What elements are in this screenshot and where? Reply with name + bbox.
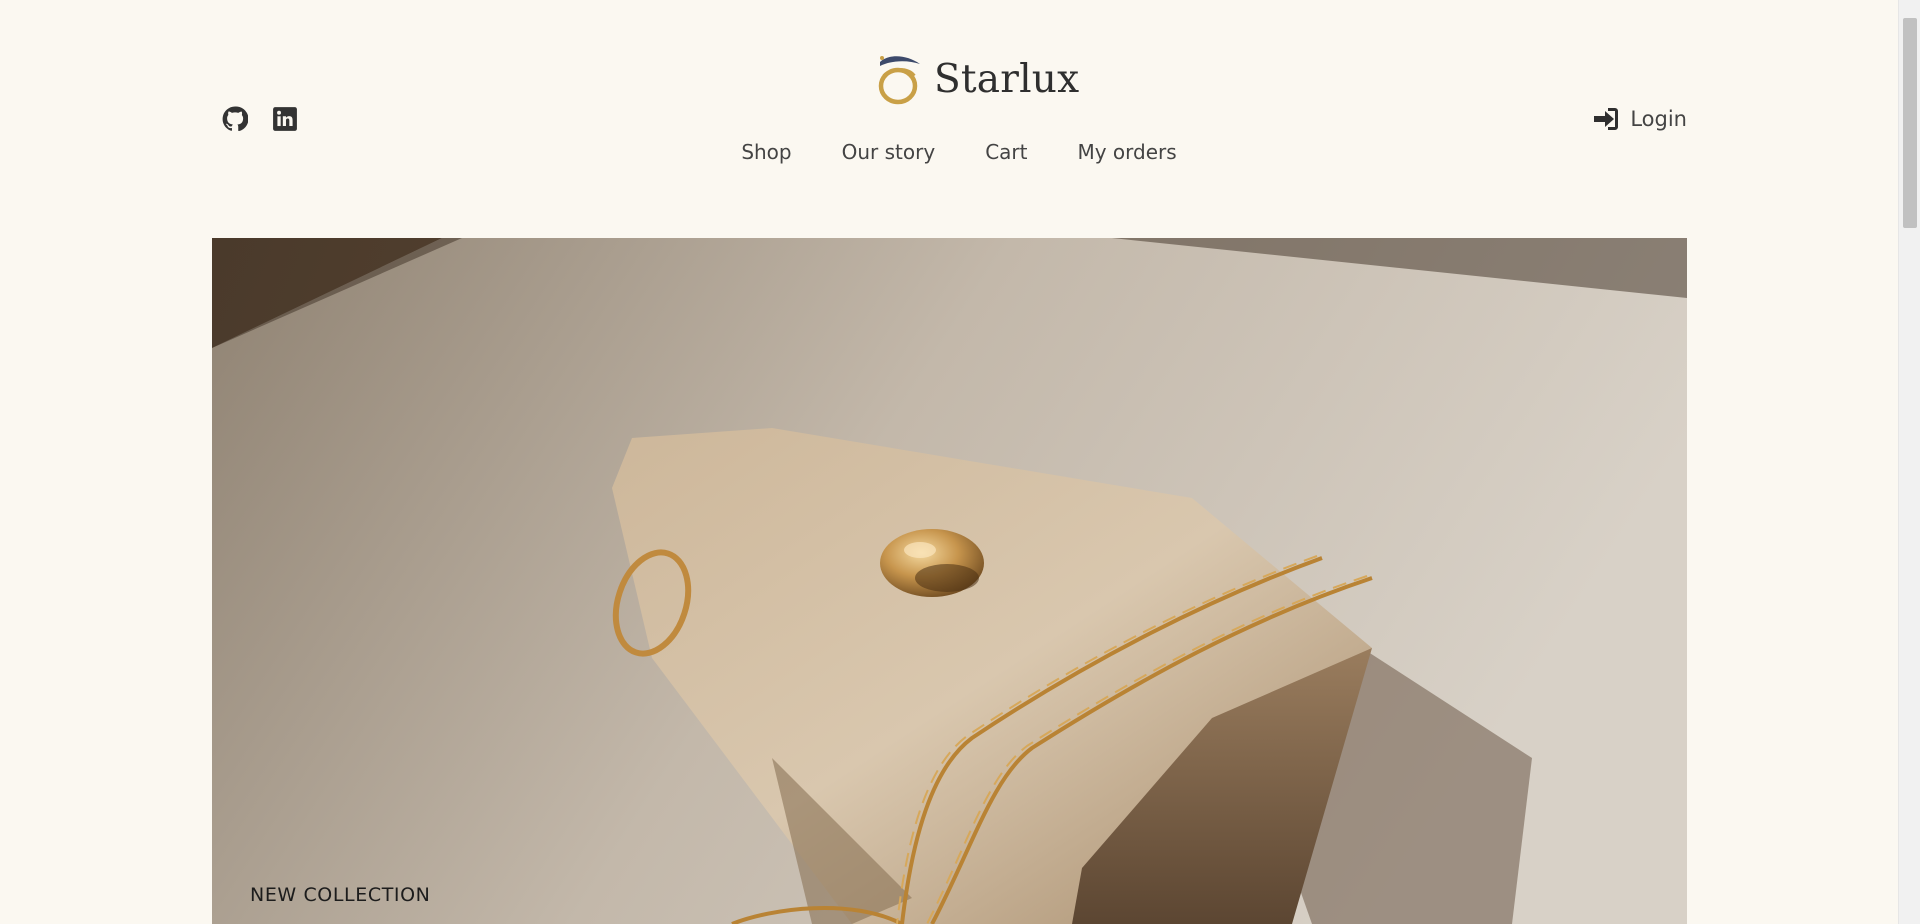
linkedin-link[interactable] [272,106,298,132]
scrollbar-thumb[interactable] [1903,18,1917,228]
linkedin-icon [273,107,297,131]
nav-our-story[interactable]: Our story [820,140,958,164]
site-header: Starlux Shop Our story Cart My orders Lo… [0,0,1898,238]
nav-shop[interactable]: Shop [719,140,813,164]
scrollbar[interactable] [1898,0,1920,924]
hero-banner[interactable]: NEW COLLECTION [212,238,1687,924]
page: Starlux Shop Our story Cart My orders Lo… [0,0,1898,924]
login-button[interactable]: Login [1592,106,1687,132]
main-nav: Shop Our story Cart My orders [0,140,1898,164]
social-links [222,106,298,132]
github-link[interactable] [222,106,248,132]
ring-logo-icon [878,56,920,105]
brand[interactable]: Starlux [874,50,1079,108]
hero-image [212,238,1687,924]
nav-cart[interactable]: Cart [963,140,1049,164]
hero-tag: NEW COLLECTION [250,884,431,906]
sign-in-icon [1594,108,1619,130]
nav-my-orders[interactable]: My orders [1055,140,1198,164]
github-icon [222,106,248,132]
login-label: Login [1630,107,1687,131]
brand-name: Starlux [934,56,1080,102]
